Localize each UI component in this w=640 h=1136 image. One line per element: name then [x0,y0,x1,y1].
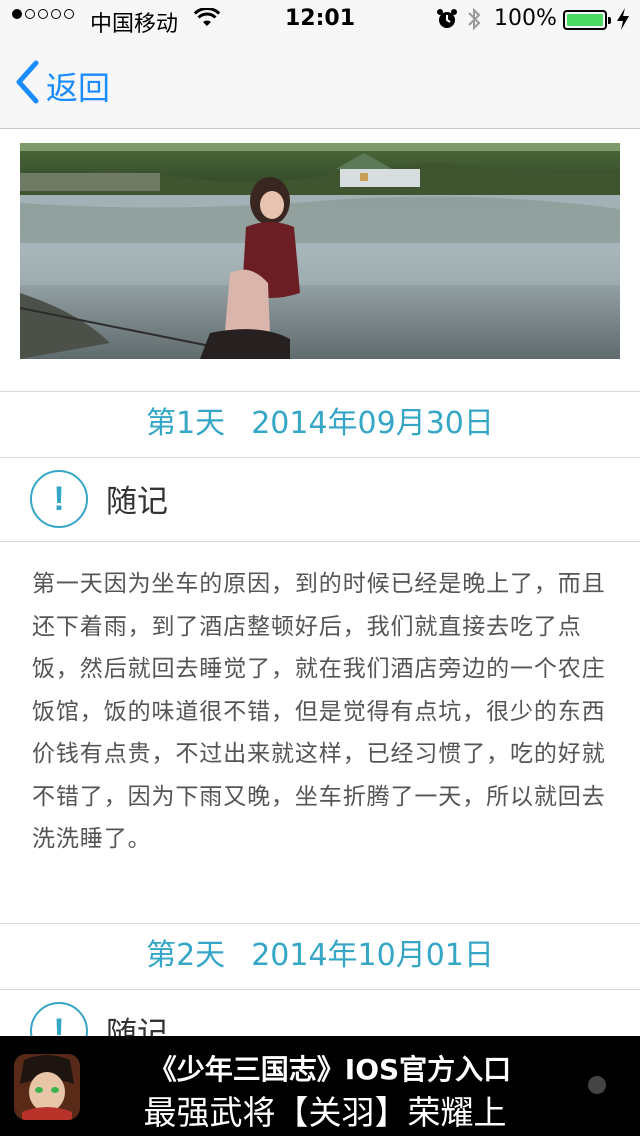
day-number: 第2天 [146,938,226,973]
note-row[interactable]: ! 随记 [0,990,640,1037]
back-label: 返回 [46,69,111,107]
divider [0,541,640,542]
exclamation-circle-icon: ! [30,1002,88,1037]
chevron-left-icon [14,60,40,112]
note-title: 随记 [106,484,168,520]
ad-close-dot[interactable] [588,1076,606,1094]
note-body-text: 第一天因为坐车的原因，到的时候已经是晚上了，而且还下着雨，到了酒店整顿好后，我们… [32,571,606,852]
battery-icon [563,10,611,30]
back-button[interactable]: 返回 [14,60,110,112]
day-header: 第1天 2014年09月30日 [0,392,640,456]
day-date: 2014年10月01日 [251,938,494,973]
cover-photo[interactable] [19,143,620,359]
ad-banner[interactable]: 《少年三国志》IOS官方入口 最强武将【关羽】荣耀上 [0,1036,640,1136]
bluetooth-icon [466,5,482,39]
status-bar: 中国移动 12:01 100% [0,0,640,40]
day-date: 2014年09月30日 [251,406,494,441]
note-row[interactable]: ! 随记 [0,458,640,540]
ad-headline: 《少年三国志》IOS官方入口 [148,1053,512,1086]
ad-subline: 最强武将【关羽】荣耀上 [143,1093,507,1132]
alarm-icon [436,8,458,36]
day-number: 第1天 [146,406,226,441]
exclamation-circle-icon: ! [30,470,88,528]
travel-diary-content[interactable]: 第1天 2014年09月30日 ! 随记 第一天因为坐车的原因，到的时候已经是晚上… [0,129,640,1037]
note-title: 随记 [106,1016,168,1037]
day-header: 第2天 2014年10月01日 [0,924,640,988]
charging-bolt-icon [616,8,630,36]
battery-percentage: 100% [494,6,557,31]
navigation-bar: 返回 [0,40,640,129]
